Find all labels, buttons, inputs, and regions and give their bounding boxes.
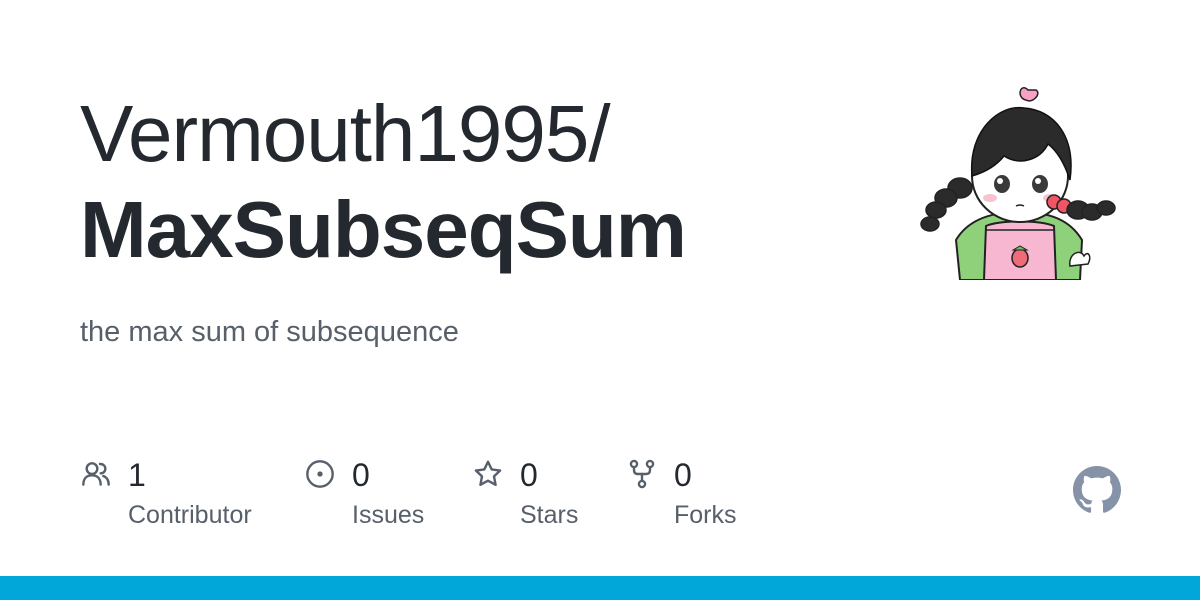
repo-name[interactable]: MaxSubseqSum: [80, 184, 687, 276]
social-preview-card: Vermouth1995/ MaxSubseqSum the max sum o…: [0, 0, 1200, 600]
language-bar: [0, 576, 1200, 600]
owner-avatar[interactable]: [920, 80, 1120, 281]
stat-label: Forks: [674, 501, 737, 529]
stat-label: Issues: [352, 501, 425, 529]
repo-owner[interactable]: Vermouth1995/: [80, 88, 611, 180]
star-icon: [474, 460, 502, 486]
github-mark-icon[interactable]: [1073, 466, 1121, 514]
stat-label: Contributor: [128, 501, 252, 529]
issue-opened-icon: [306, 460, 334, 488]
stat-label: Stars: [520, 501, 579, 529]
stat-value: 0: [520, 457, 538, 493]
repo-forked-icon: [629, 459, 655, 489]
stat-value: 0: [674, 457, 692, 493]
stat-value: 1: [128, 457, 146, 493]
people-icon: [82, 462, 110, 486]
avatar-illustration: [920, 87, 1116, 281]
stat-value: 0: [352, 457, 370, 493]
repo-description: the max sum of subsequence: [80, 316, 459, 348]
